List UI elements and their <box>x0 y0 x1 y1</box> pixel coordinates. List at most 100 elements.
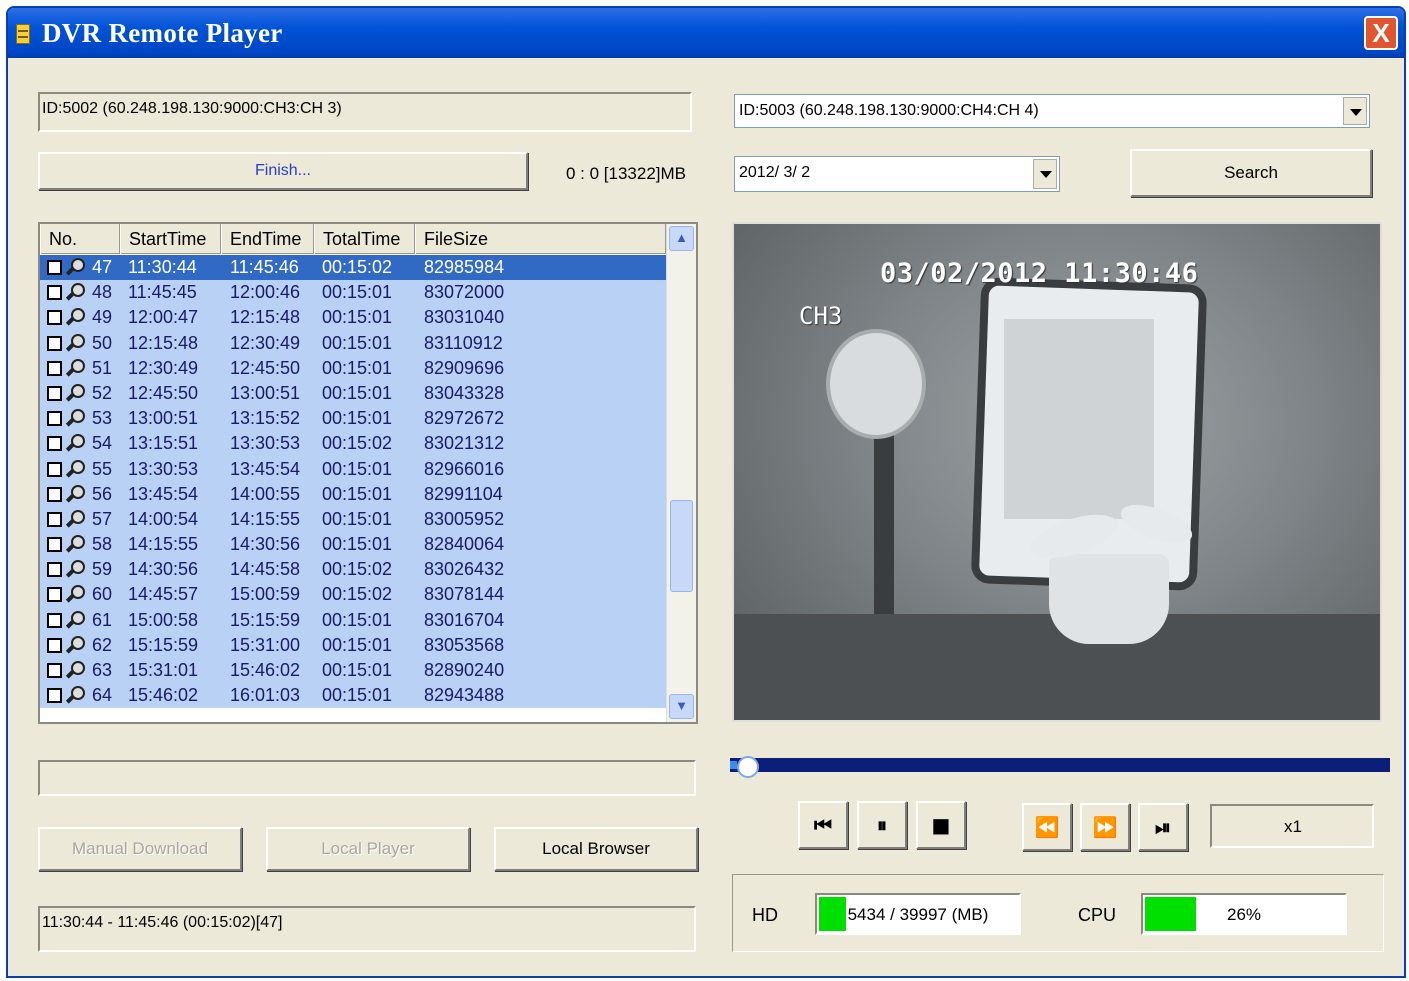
row-checkbox[interactable] <box>47 511 62 527</box>
skip-to-start-button[interactable]: ⏮ <box>798 801 848 849</box>
column-header-no[interactable]: No. <box>40 224 120 254</box>
search-icon[interactable] <box>64 358 86 379</box>
column-header-filesize[interactable]: FileSize <box>415 224 666 254</box>
fast-forward-button[interactable]: ⏩ <box>1080 803 1130 851</box>
row-checkbox[interactable] <box>47 562 62 578</box>
search-icon[interactable] <box>64 333 86 354</box>
cell-end: 15:15:59 <box>230 609 301 630</box>
row-checkbox[interactable] <box>47 411 62 427</box>
search-icon[interactable] <box>64 459 86 480</box>
seek-bar[interactable] <box>730 756 1390 778</box>
date-select[interactable]: 2012/ 3/ 2 <box>734 156 1060 192</box>
cell-no: 49 <box>92 307 113 328</box>
search-icon[interactable] <box>64 307 86 328</box>
step-forward-button[interactable]: ⏯ <box>1138 803 1188 851</box>
skip-to-start-icon: ⏮ <box>814 813 832 837</box>
finish-button[interactable]: Finish... <box>38 152 528 190</box>
table-row[interactable]: 64 15:46:02 16:01:03 00:15:01 82943488 <box>40 683 666 709</box>
table-row[interactable]: 50 12:15:48 12:30:49 00:15:01 83110912 <box>40 330 666 356</box>
row-checkbox[interactable] <box>47 663 62 678</box>
table-row[interactable]: 48 11:45:45 12:00:46 00:15:01 83072000 <box>40 280 666 306</box>
row-checkbox[interactable] <box>47 587 62 603</box>
row-checkbox[interactable] <box>47 436 62 452</box>
seek-handle[interactable] <box>736 756 759 778</box>
row-checkbox[interactable] <box>47 688 62 704</box>
cell-end: 14:30:56 <box>230 534 301 555</box>
table-row[interactable]: 60 14:45:57 15:00:59 00:15:02 83078144 <box>40 582 666 608</box>
search-icon[interactable] <box>64 484 86 505</box>
table-row[interactable]: 59 14:30:56 14:45:58 00:15:02 83026432 <box>40 557 666 583</box>
search-icon[interactable] <box>64 509 86 530</box>
cell-total: 00:15:01 <box>322 534 393 555</box>
search-icon[interactable] <box>64 584 86 605</box>
table-row[interactable]: 58 14:15:55 14:30:56 00:15:01 82840064 <box>40 532 666 558</box>
chevron-down-icon[interactable] <box>1033 159 1057 189</box>
search-icon[interactable] <box>64 610 86 631</box>
search-button[interactable]: Search <box>1130 149 1372 197</box>
search-icon[interactable] <box>64 408 86 429</box>
search-icon[interactable] <box>64 383 86 404</box>
scroll-thumb[interactable] <box>670 500 693 592</box>
close-button[interactable]: X <box>1364 16 1398 50</box>
table-row[interactable]: 62 15:15:59 15:31:00 00:15:01 83053568 <box>40 632 666 658</box>
manual-download-button[interactable]: Manual Download <box>38 827 242 871</box>
pause-button[interactable]: ⏸ <box>857 801 907 849</box>
scroll-down-icon[interactable]: ▼ <box>669 694 694 719</box>
table-row[interactable]: 61 15:00:58 15:15:59 00:15:01 83016704 <box>40 607 666 633</box>
column-header-starttime[interactable]: StartTime <box>120 224 221 254</box>
recording-list[interactable]: No. StartTime EndTime TotalTime FileSize… <box>38 222 698 724</box>
row-checkbox[interactable] <box>47 260 62 275</box>
row-checkbox[interactable] <box>47 285 62 301</box>
search-icon[interactable] <box>64 559 86 580</box>
table-row[interactable]: 52 12:45:50 13:00:51 00:15:01 83043328 <box>40 380 666 407</box>
storage-info: 0 : 0 [13322]MB <box>566 164 687 183</box>
search-icon[interactable] <box>64 433 86 454</box>
video-player[interactable]: 03/02/2012 11:30:46 CH3 <box>732 222 1382 722</box>
table-row[interactable]: 53 13:00:51 13:15:52 00:15:01 82972672 <box>40 406 666 432</box>
chevron-down-icon[interactable] <box>1343 97 1367 125</box>
table-row[interactable]: 56 13:45:54 14:00:55 00:15:01 82991104 <box>40 481 666 507</box>
search-icon[interactable] <box>64 282 86 303</box>
row-checkbox[interactable] <box>47 385 62 401</box>
search-icon[interactable] <box>64 635 86 656</box>
table-row[interactable]: 55 13:30:53 13:45:54 00:15:01 82966016 <box>40 456 666 482</box>
search-icon[interactable] <box>64 685 86 706</box>
row-checkbox[interactable] <box>47 360 62 376</box>
cell-end: 12:30:49 <box>230 332 301 353</box>
cell-no: 57 <box>92 508 113 529</box>
row-checkbox[interactable] <box>47 637 62 653</box>
window-title: DVR Remote Player <box>42 18 283 48</box>
list-scrollbar[interactable]: ▲ ▼ <box>666 224 696 722</box>
channel-select[interactable]: ID:5003 (60.248.198.130:9000:CH4:CH 4) <box>734 94 1370 128</box>
row-checkbox[interactable] <box>47 612 62 628</box>
local-player-button[interactable]: Local Player <box>266 827 470 871</box>
row-checkbox[interactable] <box>47 310 62 326</box>
table-row[interactable]: 49 12:00:47 12:15:48 00:15:01 83031040 <box>40 305 666 331</box>
cell-no: 50 <box>92 332 113 353</box>
search-icon[interactable] <box>64 660 86 681</box>
table-row[interactable]: 47 11:30:44 11:45:46 00:15:02 82985984 <box>40 255 666 281</box>
rewind-button[interactable]: ⏪ <box>1022 803 1072 851</box>
row-checkbox[interactable] <box>47 461 62 477</box>
row-checkbox[interactable] <box>47 335 62 351</box>
search-icon[interactable] <box>64 534 86 555</box>
stop-button[interactable]: ■ <box>916 801 966 849</box>
cpu-label: CPU <box>1078 905 1117 925</box>
download-progress-bar <box>38 760 696 796</box>
cpu-usage-text: 26% <box>1226 905 1262 924</box>
column-header-endtime[interactable]: EndTime <box>221 224 314 254</box>
cell-end: 13:45:54 <box>230 458 301 479</box>
local-browser-button[interactable]: Local Browser <box>494 827 698 871</box>
cell-total: 00:15:02 <box>322 257 393 277</box>
row-checkbox[interactable] <box>47 537 62 553</box>
scroll-up-icon[interactable]: ▲ <box>669 226 694 251</box>
row-checkbox[interactable] <box>47 486 62 502</box>
search-icon[interactable] <box>64 257 86 278</box>
title-bar[interactable]: DVR Remote Player X <box>8 8 1404 58</box>
table-row[interactable]: 51 12:30:49 12:45:50 00:15:01 82909696 <box>40 355 666 381</box>
cell-total: 00:15:01 <box>322 458 393 479</box>
table-row[interactable]: 57 14:00:54 14:15:55 00:15:01 83005952 <box>40 506 666 533</box>
column-header-totaltime[interactable]: TotalTime <box>314 224 415 254</box>
table-row[interactable]: 54 13:15:51 13:30:53 00:15:02 83021312 <box>40 431 666 457</box>
table-row[interactable]: 63 15:31:01 15:46:02 00:15:01 82890240 <box>40 658 666 684</box>
